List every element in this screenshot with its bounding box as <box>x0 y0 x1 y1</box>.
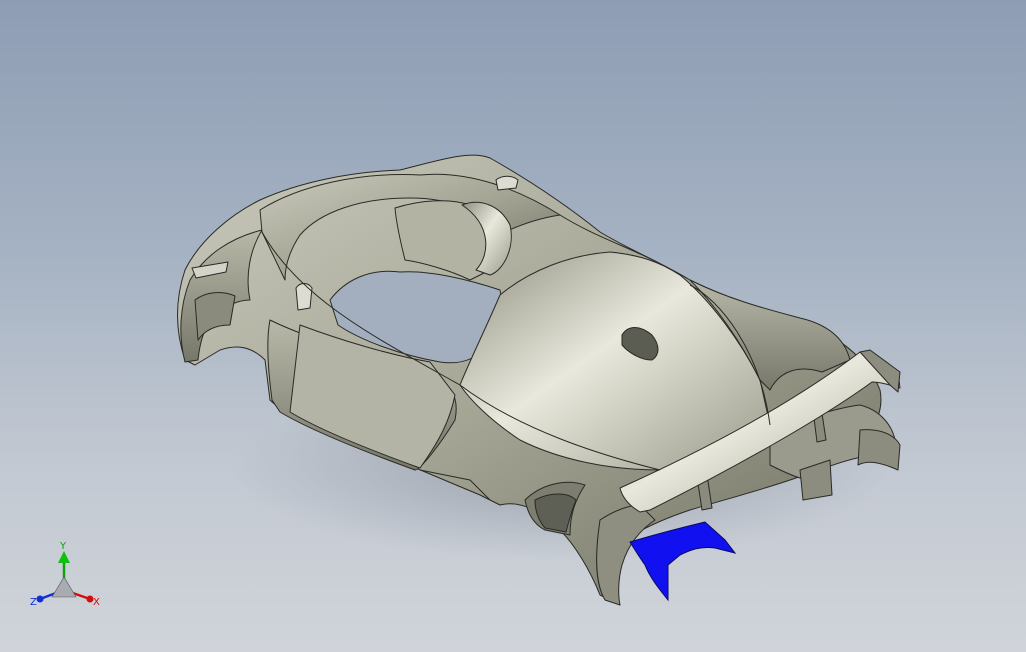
coordinate-triad: Y X Z <box>30 541 100 608</box>
y-axis-arrow <box>58 551 70 563</box>
car-body-model[interactable] <box>0 0 1026 652</box>
y-axis-label: Y <box>59 541 67 552</box>
z-axis-label: Z <box>30 597 37 608</box>
triad-origin <box>51 576 77 598</box>
graphics-viewport[interactable]: Y X Z <box>0 0 1026 652</box>
roof-scoop-right[interactable] <box>495 175 519 191</box>
x-axis-label: X <box>93 597 100 608</box>
z-axis-end <box>36 595 44 603</box>
roof-scoop-left[interactable] <box>295 283 313 311</box>
